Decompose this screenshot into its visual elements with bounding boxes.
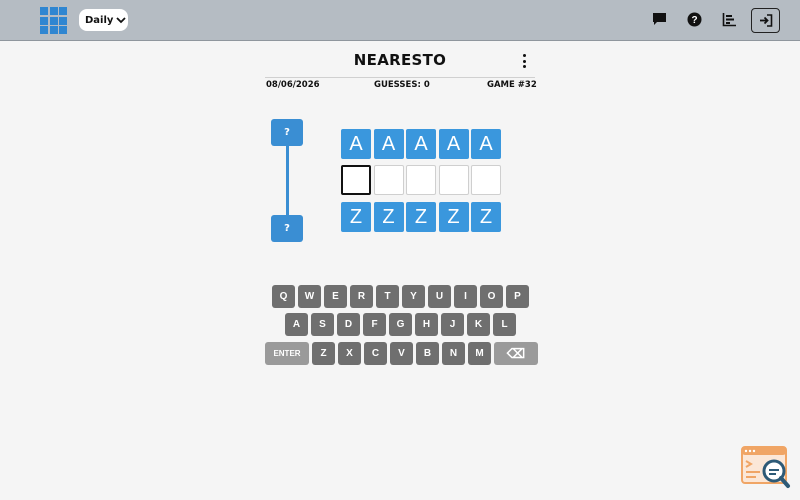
key[interactable]: D <box>337 313 360 336</box>
key[interactable]: I <box>454 285 477 308</box>
key[interactable]: X <box>338 342 361 365</box>
login-icon <box>759 14 772 27</box>
key[interactable]: K <box>467 313 490 336</box>
stats-icon[interactable] <box>720 10 738 28</box>
key[interactable]: C <box>364 342 387 365</box>
key[interactable]: R <box>350 285 373 308</box>
mode-dropdown[interactable]: Daily <box>79 9 128 31</box>
board-tile: Z <box>373 202 404 232</box>
chevron-down-icon <box>116 16 127 23</box>
board-tile: A <box>341 129 371 159</box>
board-tile: Z <box>341 202 371 232</box>
hint-bottom-button[interactable]: ? <box>271 215 303 242</box>
help-icon[interactable]: ? <box>685 10 703 28</box>
key[interactable]: M <box>468 342 491 365</box>
divider <box>265 77 535 78</box>
game-title: NEARESTO <box>353 51 447 69</box>
input-tile[interactable] <box>373 165 404 195</box>
keyboard-row-1: Q W E R T Y U I O P <box>272 285 529 308</box>
keyboard-row-3: ENTER Z X C V B N M ⌫ <box>265 342 538 365</box>
guess-count: GUESSES: 0 <box>374 80 430 90</box>
hint-connector <box>286 144 289 218</box>
top-word-row: A A A A A <box>341 129 501 159</box>
board-tile: A <box>373 129 404 159</box>
input-tile-active[interactable] <box>341 165 371 195</box>
key[interactable]: H <box>415 313 438 336</box>
input-tile[interactable] <box>438 165 469 195</box>
enter-key[interactable]: ENTER <box>265 342 309 365</box>
input-tile[interactable] <box>406 165 436 195</box>
key[interactable]: T <box>376 285 399 308</box>
board-tile: A <box>406 129 436 159</box>
bottom-word-row: Z Z Z Z Z <box>341 202 501 232</box>
key[interactable]: Z <box>312 342 335 365</box>
board-tile: Z <box>438 202 469 232</box>
key[interactable]: P <box>506 285 529 308</box>
key[interactable]: L <box>493 313 516 336</box>
key[interactable]: U <box>428 285 451 308</box>
key[interactable]: V <box>390 342 413 365</box>
search-widget-icon[interactable] <box>740 444 792 490</box>
login-button[interactable] <box>751 8 780 33</box>
chat-icon[interactable] <box>650 10 668 28</box>
key[interactable]: S <box>311 313 334 336</box>
guess-input-row[interactable] <box>341 165 501 195</box>
hint-top-button[interactable]: ? <box>271 119 303 146</box>
logo-grid-icon[interactable] <box>40 7 67 34</box>
top-bar: Daily ? <box>0 0 800 41</box>
key[interactable]: W <box>298 285 321 308</box>
more-options-icon[interactable] <box>517 53 531 69</box>
key[interactable]: G <box>389 313 412 336</box>
keyboard-row-2: A S D F G H J K L <box>285 313 516 336</box>
mode-label: Daily <box>85 14 114 26</box>
board-tile: A <box>438 129 469 159</box>
key[interactable]: Y <box>402 285 425 308</box>
svg-text:?: ? <box>691 15 697 26</box>
board-tile: Z <box>406 202 436 232</box>
game-number: GAME #32 <box>487 80 537 90</box>
board-tile: Z <box>471 202 501 232</box>
key[interactable]: F <box>363 313 386 336</box>
key[interactable]: Q <box>272 285 295 308</box>
board-tile: A <box>471 129 501 159</box>
game-date: 08/06/2026 <box>266 80 320 90</box>
backspace-key[interactable]: ⌫ <box>494 342 538 365</box>
key[interactable]: O <box>480 285 503 308</box>
input-tile[interactable] <box>471 165 501 195</box>
key[interactable]: N <box>442 342 465 365</box>
key[interactable]: A <box>285 313 308 336</box>
key[interactable]: J <box>441 313 464 336</box>
key[interactable]: E <box>324 285 347 308</box>
key[interactable]: B <box>416 342 439 365</box>
